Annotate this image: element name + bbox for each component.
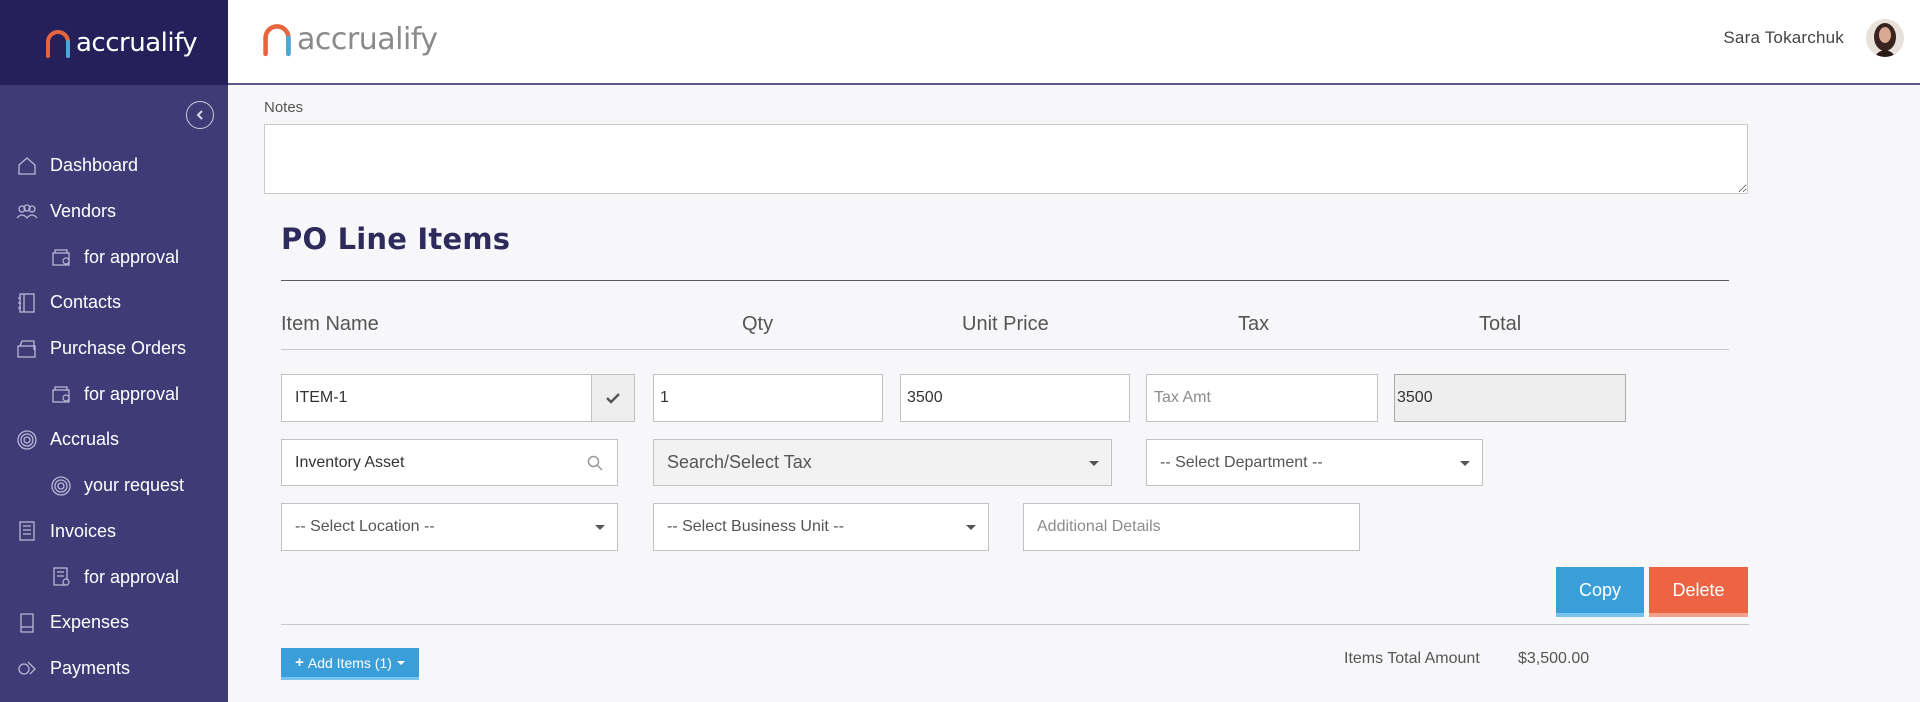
department-select[interactable]: -- Select Department -- xyxy=(1146,439,1483,486)
accrualify-logo-icon xyxy=(263,24,291,57)
chevron-left-icon xyxy=(196,110,203,120)
collapse-sidebar-button[interactable] xyxy=(186,101,214,129)
copy-button[interactable]: Copy xyxy=(1556,567,1644,617)
delete-button[interactable]: Delete xyxy=(1649,567,1748,617)
users-icon xyxy=(14,201,40,223)
sidebar-item-contacts[interactable]: Contacts xyxy=(0,280,228,326)
caret-down-icon xyxy=(396,660,405,665)
add-items-button[interactable]: + Add Items (1) xyxy=(281,648,419,680)
home-icon xyxy=(14,155,40,177)
sidebar-item-payments[interactable]: Payments xyxy=(0,646,228,692)
chevron-down-icon xyxy=(1089,460,1099,466)
brand-logo[interactable]: accrualify xyxy=(44,27,198,58)
items-total-label: Items Total Amount xyxy=(1344,650,1480,667)
check-icon xyxy=(606,393,620,404)
header-divider xyxy=(281,349,1729,350)
main-content: Notes PO Line Items Item Name Qty Unit P… xyxy=(228,87,1920,702)
column-header-qty: Qty xyxy=(742,313,774,335)
chevron-down-icon xyxy=(966,525,976,530)
chevron-down-icon xyxy=(595,525,605,530)
column-header-total: Total xyxy=(1479,313,1522,335)
target-icon xyxy=(14,429,40,451)
brand-name: accrualify xyxy=(297,21,438,57)
target-icon xyxy=(48,475,74,497)
sidebar-item-dashboard[interactable]: Dashboard xyxy=(0,143,228,189)
sidebar-brand[interactable]: accrualify xyxy=(0,0,228,85)
sidebar-nav: Dashboard Vendors for approval Contacts … xyxy=(0,143,228,691)
app-root: accrualify Dashboard Vendors for approva… xyxy=(0,0,1920,702)
sidebar-item-vendors-for-approval[interactable]: for approval xyxy=(0,234,228,280)
user-menu[interactable]: Sara Tokarchuk xyxy=(1723,19,1904,57)
sidebar-item-label: Invoices xyxy=(50,520,117,541)
chevron-down-icon xyxy=(1460,460,1470,466)
sidebar-item-label: for approval xyxy=(84,383,180,404)
sidebar: accrualify Dashboard Vendors for approva… xyxy=(0,0,228,702)
items-divider xyxy=(281,624,1749,625)
top-bar: accrualify Sara Tokarchuk xyxy=(228,0,1920,85)
brand-name: accrualify xyxy=(76,27,198,58)
sidebar-item-purchase-orders[interactable]: Purchase Orders xyxy=(0,326,228,372)
unit-price-input[interactable]: 3500 xyxy=(900,374,1130,422)
qty-input[interactable]: 1 xyxy=(653,374,883,422)
sidebar-item-po-for-approval[interactable]: for approval xyxy=(0,371,228,417)
sidebar-item-vendors[interactable]: Vendors xyxy=(0,189,228,235)
document-icon xyxy=(14,520,40,542)
location-select[interactable]: -- Select Location -- xyxy=(281,503,618,551)
sidebar-item-accruals[interactable]: Accruals xyxy=(0,417,228,463)
tax-select[interactable]: Search/Select Tax xyxy=(653,439,1112,486)
sidebar-item-invoices-for-approval[interactable]: for approval xyxy=(0,554,228,600)
header-brand-logo[interactable]: accrualify xyxy=(261,21,438,57)
notes-label: Notes xyxy=(264,99,304,116)
sidebar-item-label: Accruals xyxy=(50,429,120,450)
item-name-input[interactable]: ITEM-1 xyxy=(281,374,592,422)
business-unit-select-value: -- Select Business Unit -- xyxy=(667,518,844,535)
sidebar-item-label: Contacts xyxy=(50,292,122,313)
add-items-label: Add Items (1) xyxy=(307,654,392,671)
search-icon xyxy=(587,455,603,471)
accrualify-logo-icon xyxy=(46,29,70,58)
total-input: 3500 xyxy=(1394,374,1626,422)
confirm-item-button[interactable] xyxy=(591,374,635,422)
sidebar-item-label: for approval xyxy=(84,566,180,587)
location-select-value: -- Select Location -- xyxy=(295,518,435,535)
sidebar-item-label: Expenses xyxy=(50,612,130,633)
cards-icon xyxy=(48,246,74,268)
tax-amount-input[interactable]: Tax Amt xyxy=(1146,374,1378,422)
cards-icon xyxy=(48,383,74,405)
avatar-image xyxy=(1866,19,1904,57)
receipt-icon xyxy=(14,612,40,634)
title-divider xyxy=(281,280,1729,281)
sidebar-item-expenses[interactable]: Expenses xyxy=(0,600,228,646)
account-value: Inventory Asset xyxy=(295,453,405,471)
contact-book-icon xyxy=(14,292,40,314)
document-icon xyxy=(48,566,74,588)
sidebar-item-label: your request xyxy=(84,475,185,496)
notes-textarea[interactable] xyxy=(264,124,1748,194)
column-header-item-name: Item Name xyxy=(281,313,379,335)
section-title: PO Line Items xyxy=(281,222,511,256)
sidebar-item-label: Payments xyxy=(50,657,131,678)
sidebar-item-your-request[interactable]: your request xyxy=(0,463,228,509)
tax-select-value: Search/Select Tax xyxy=(667,452,812,472)
money-icon xyxy=(14,657,40,679)
sidebar-item-label: for approval xyxy=(84,246,180,267)
user-name: Sara Tokarchuk xyxy=(1723,28,1844,47)
sidebar-item-invoices[interactable]: Invoices xyxy=(0,509,228,555)
additional-details-input[interactable]: Additional Details xyxy=(1023,503,1360,551)
avatar[interactable] xyxy=(1866,19,1904,57)
column-header-tax: Tax xyxy=(1238,313,1270,335)
plus-icon: + xyxy=(295,654,304,671)
column-header-unit-price: Unit Price xyxy=(962,313,1049,335)
account-search-input[interactable]: Inventory Asset xyxy=(281,439,618,486)
sidebar-item-label: Vendors xyxy=(50,201,117,222)
sidebar-item-label: Dashboard xyxy=(50,155,139,176)
business-unit-select[interactable]: -- Select Business Unit -- xyxy=(653,503,989,551)
sidebar-item-label: Purchase Orders xyxy=(50,338,187,359)
items-total-value: $3,500.00 xyxy=(1518,650,1590,667)
cards-icon xyxy=(14,338,40,360)
department-select-value: -- Select Department -- xyxy=(1160,453,1323,471)
